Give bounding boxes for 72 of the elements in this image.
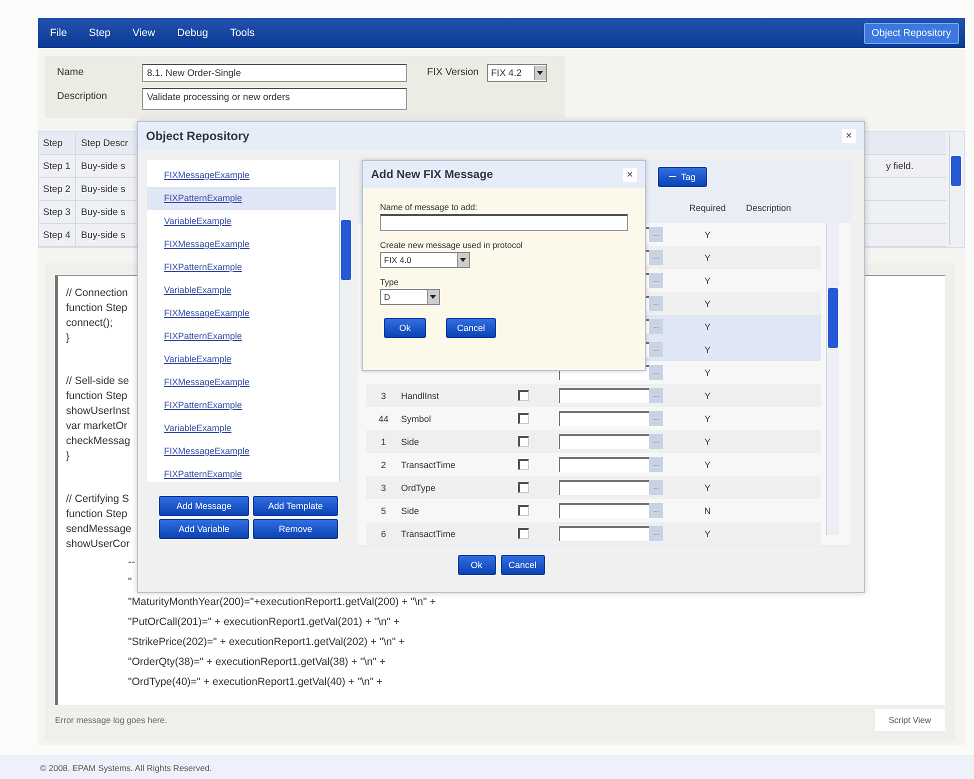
table-cell-text: Y bbox=[703, 322, 712, 332]
table-cell: Side bbox=[401, 436, 420, 446]
column-header: Step bbox=[39, 132, 76, 154]
table-cell: Step 4 bbox=[39, 224, 76, 246]
table-cell-text: Y bbox=[703, 528, 712, 538]
code-line: function Step bbox=[66, 301, 128, 316]
table-cell: Symbol bbox=[401, 414, 432, 424]
code-line: "OrdType(40)=" + executionReport1.getVal(40) + "\n" + bbox=[128, 675, 383, 690]
table-cell-text: Y bbox=[703, 252, 712, 262]
column-header: Required bbox=[688, 203, 727, 213]
code-line: // Connection bbox=[66, 286, 128, 301]
table-cell: 5 bbox=[380, 506, 386, 516]
table-cell-text: Y bbox=[703, 298, 712, 308]
code-line: connect(); bbox=[66, 316, 113, 331]
code-line: "StrikePrice(202)=" + executionReport1.getVal(202) + "\n" + bbox=[128, 635, 405, 650]
code-line: } bbox=[66, 449, 70, 464]
code-line: showUserCor bbox=[66, 537, 130, 552]
code-line: "OrderQty(38)=" + executionReport1.getVal(38) + "\n" + bbox=[128, 655, 386, 670]
table-cell: HandlInst bbox=[401, 390, 440, 400]
field-label: Type bbox=[380, 277, 398, 287]
code-line: function Step bbox=[66, 507, 128, 522]
code-line: showUserInst bbox=[66, 404, 130, 419]
table-cell-text: Y bbox=[703, 414, 712, 424]
table-cell: y field. bbox=[886, 160, 914, 172]
table-cell: Buy-side s bbox=[81, 160, 126, 172]
field-label: Name bbox=[57, 66, 85, 78]
code-line: } bbox=[66, 331, 70, 346]
table-cell: Buy-side s bbox=[81, 206, 126, 218]
code-line: " bbox=[128, 575, 132, 590]
table-cell-text: N bbox=[703, 506, 712, 516]
code-line: sendMessage bbox=[66, 522, 132, 537]
table-cell: 2 bbox=[380, 460, 386, 470]
table-cell: 3 bbox=[380, 482, 386, 492]
table-cell: TransactTime bbox=[401, 528, 456, 538]
table-cell: 44 bbox=[378, 414, 388, 424]
dialog-title: Object Repository bbox=[146, 129, 250, 143]
code-line: // Certifying S bbox=[66, 492, 130, 507]
table-cell: Side bbox=[401, 506, 420, 516]
code-line: function Step bbox=[66, 389, 128, 404]
table-cell: Step 3 bbox=[39, 201, 76, 223]
table-cell: 1 bbox=[380, 436, 386, 446]
code-line: var marketOr bbox=[66, 419, 128, 434]
table-cell: 6 bbox=[380, 528, 386, 538]
table-cell: Buy-side s bbox=[81, 184, 126, 194]
table-cell: OrdType bbox=[401, 482, 436, 492]
field-label: Name of message to add: bbox=[380, 202, 478, 212]
dialog-title: Add New FIX Message bbox=[371, 168, 494, 180]
table-cell: Step 2 bbox=[39, 178, 76, 200]
code-line: // Sell-side se bbox=[66, 374, 130, 389]
code-line: -- bbox=[128, 555, 135, 570]
code-line: "PutOrCall(201)=" + executionReport1.getVal(201) + "\n" + bbox=[128, 615, 400, 630]
table-cell-text: Y bbox=[703, 276, 712, 286]
code-line: checkMessag bbox=[66, 434, 130, 449]
table-cell-text: Y bbox=[703, 390, 712, 400]
table-cell: 3 bbox=[380, 390, 386, 400]
table-cell: TransactTime bbox=[401, 460, 456, 470]
column-header: Description bbox=[746, 203, 792, 213]
table-cell-text: Y bbox=[703, 460, 712, 470]
table-cell-text: Y bbox=[703, 344, 712, 354]
error-log-text: Error message log goes here. bbox=[55, 715, 167, 725]
table-cell: Buy-side s bbox=[81, 230, 126, 240]
table-cell: Step 1 bbox=[39, 155, 76, 177]
table-cell-text: Y bbox=[703, 482, 712, 492]
field-label: Create new message used in protocol bbox=[380, 240, 523, 250]
field-label: FIX Version bbox=[426, 66, 480, 78]
table-cell-text: Y bbox=[703, 436, 712, 446]
table-cell-text: Y bbox=[703, 368, 712, 378]
field-label: Description bbox=[57, 90, 108, 102]
column-header: Step Descr bbox=[80, 138, 129, 148]
code-line: "MaturityMonthYear(200)="+executionReport1.getVal(200) + "\n" + bbox=[128, 595, 436, 610]
table-cell-text: Y bbox=[703, 230, 712, 240]
copyright-text: © 2008. EPAM Systems. All Rights Reserved. bbox=[40, 763, 212, 773]
